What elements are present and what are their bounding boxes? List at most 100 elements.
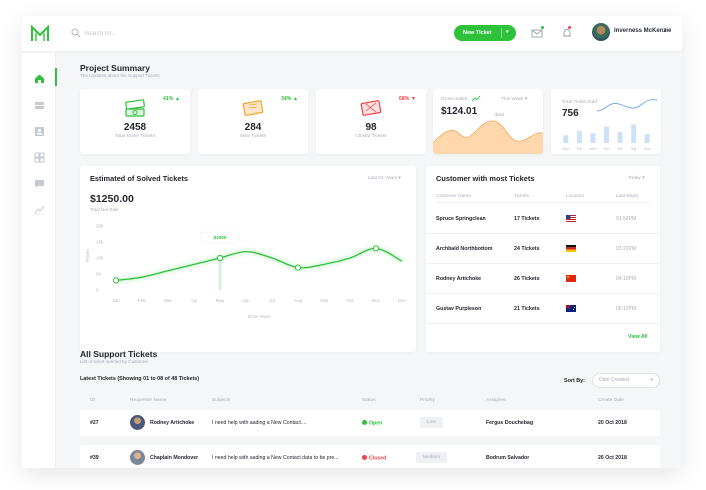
- customer-row[interactable]: Rodney Artichoke 26 Tickets 04:10PM: [426, 264, 660, 294]
- sold-bar: [590, 133, 596, 143]
- y-tick-label: 15k: [96, 240, 104, 245]
- gross-sales-label: Gross Sales: [441, 97, 468, 102]
- sidebar: [22, 53, 56, 468]
- summary-title: Project Summary: [80, 63, 150, 73]
- status-text: Open: [369, 420, 383, 427]
- user-menu-chevron-icon[interactable]: ▾: [664, 28, 667, 34]
- closed-status-icon: [362, 455, 367, 460]
- customer-row[interactable]: Archbald Northbottom 24 Tickets 03:22PM: [426, 234, 660, 264]
- priority-badge: Low: [420, 417, 443, 428]
- customer-row[interactable]: Spruce Springclean 17 Tickets 01:52PM: [426, 204, 660, 234]
- user-name[interactable]: Inverness McKenzie: [614, 28, 671, 34]
- chart-tooltip-text: $1000: [214, 235, 227, 240]
- requester-name: Rodney Artichoke: [150, 420, 195, 426]
- chevron-down-icon[interactable]: ▾: [650, 374, 653, 387]
- sidebar-active-indicator: [55, 68, 57, 86]
- customer-name: Gustav Purpleson: [436, 306, 482, 312]
- x-tick-label: Sep: [320, 298, 329, 303]
- col-tickets: Tickets: [514, 194, 530, 199]
- search-icon[interactable]: [71, 28, 81, 38]
- sold-bar: [604, 126, 609, 143]
- stat-pct: 34% ▲: [281, 96, 298, 102]
- day-label: Mon: [562, 147, 569, 151]
- au-flag-icon: [566, 305, 576, 312]
- sort-value: Date Created: [599, 377, 629, 383]
- total-sold-trend-line: [597, 99, 657, 112]
- x-tick-label: Feb: [138, 298, 146, 303]
- open-status-icon: [362, 420, 367, 425]
- sort-select[interactable]: Date Created ▾: [592, 373, 660, 388]
- bell-icon[interactable]: [560, 26, 574, 40]
- solved-tickets-card: Estimated of Solved Tickets Last 01 Year…: [80, 166, 416, 352]
- search-input[interactable]: [84, 27, 234, 41]
- day-label: Sat: [631, 147, 638, 151]
- gross-sales-card[interactable]: Gross Sales This Week ▾ $124.01 $254: [433, 89, 543, 154]
- customer-tickets: 26 Tickets: [514, 276, 540, 282]
- total-sold-card[interactable]: Total Ticket Sold 756 Mon Tue Wed Thu Fri Sat…: [551, 89, 661, 154]
- latest-tickets-label: Latest Tickets (Showing 01 to 08 of 48 T…: [80, 376, 200, 382]
- gross-sales-period[interactable]: This Week ▾: [501, 97, 527, 102]
- gross-sales-area-chart: [433, 120, 543, 154]
- data-point[interactable]: [112, 277, 120, 284]
- stat-card-total[interactable]: 41% ▲ 2458 Total Novel Tickets: [80, 89, 190, 154]
- stat-label: Total Novel Tickets: [115, 134, 155, 139]
- table-row[interactable]: #39 Chaplain Mondover I need help with a…: [80, 445, 660, 468]
- customers-card: Customer with most Tickets Today ▾ Custo…: [426, 166, 660, 352]
- view-all-link[interactable]: View All: [628, 334, 648, 340]
- stat-card-closed[interactable]: 68% ▼ 98 Closed Tickets: [316, 89, 426, 154]
- chevron-down-icon[interactable]: ▾: [506, 29, 509, 35]
- stats-icon[interactable]: [34, 204, 45, 215]
- y-tick-label: 20k: [96, 224, 104, 229]
- summary-subtitle: The Updates about the Support Tickets: [80, 73, 160, 78]
- contact-card-icon[interactable]: [34, 126, 45, 137]
- de-flag-icon: [566, 245, 576, 252]
- total-sold-bar-chart: Mon Tue Wed Thu Fri Sat Sun: [562, 124, 651, 151]
- customers-period-dropdown[interactable]: Today ▾: [628, 176, 645, 181]
- solved-line-chart: 20k 15k 10k 5k 0 Prices $1000 Jan Feb Mar Apr Ma…: [85, 224, 407, 319]
- create-date: 20 Oct 2018: [598, 420, 627, 426]
- customer-name: Archbald Northbottom: [436, 246, 493, 252]
- data-point[interactable]: [294, 264, 302, 271]
- stat-value: 284: [244, 122, 262, 133]
- grid-icon[interactable]: [34, 152, 45, 163]
- cn-flag-icon: [566, 275, 576, 282]
- tickets-title: All Support Tickets: [80, 349, 158, 359]
- app-window: New Ticket ▾ Inverness McKenzie ▾: [22, 16, 682, 468]
- customer-row[interactable]: Gustav Purpleson 21 Tickets 06:12PM: [426, 294, 660, 324]
- day-label: Tue: [576, 147, 582, 151]
- table-row[interactable]: #27 Rodney Artichoke I need help with aa…: [80, 410, 660, 436]
- assignee-name: Bodrum Salvador: [486, 455, 530, 461]
- status-text: Closed: [369, 455, 387, 462]
- col-priority: Priority: [420, 398, 435, 403]
- solved-amount: $1250.00: [90, 193, 134, 205]
- status-badge: Open: [362, 420, 382, 427]
- home-icon[interactable]: [34, 73, 45, 84]
- customers-title: Customer with most Tickets: [436, 174, 535, 183]
- sold-bar: [617, 132, 623, 143]
- ticket-stack-icon: [125, 99, 145, 117]
- ticket-stack-icon[interactable]: [34, 100, 45, 111]
- col-subjects: Subjects: [212, 398, 231, 403]
- col-last-reply: Last Reply: [616, 194, 639, 199]
- x-axis-caption: 2018 Years: [248, 314, 272, 319]
- line-glow: [115, 246, 403, 283]
- customer-last-reply: 03:22PM: [616, 246, 637, 252]
- status-badge: Closed: [362, 455, 386, 462]
- customer-tickets: 21 Tickets: [514, 306, 540, 312]
- top-bar: New Ticket ▾ Inverness McKenzie ▾: [22, 16, 682, 52]
- ticket-subject: I need help with aading a New Contact...…: [212, 420, 307, 426]
- x-tick-label: Nov: [372, 298, 381, 303]
- data-point[interactable]: [216, 254, 224, 262]
- stat-value: 98: [365, 122, 377, 133]
- solved-period-dropdown[interactable]: Last 01 Years ▾: [368, 176, 401, 181]
- x-tick-label: Jun: [242, 298, 250, 303]
- solved-amount-label: Total Net Sale: [90, 207, 119, 212]
- data-point[interactable]: [372, 245, 380, 252]
- customer-last-reply: 04:10PM: [616, 276, 637, 282]
- chat-icon[interactable]: [34, 178, 45, 189]
- stat-card-new[interactable]: 34% ▲ 284 New Tickets: [198, 89, 308, 154]
- x-tick-label: May: [216, 298, 225, 303]
- logo-icon[interactable]: [30, 25, 50, 43]
- user-avatar[interactable]: [592, 23, 610, 41]
- new-ticket-button[interactable]: New Ticket ▾: [454, 25, 516, 41]
